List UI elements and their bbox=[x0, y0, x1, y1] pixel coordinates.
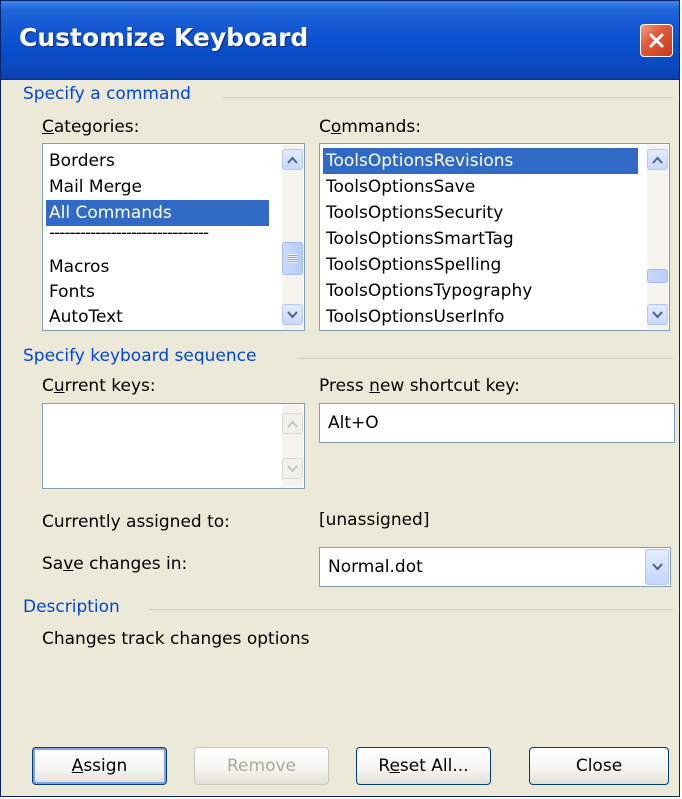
chevron-up-icon bbox=[652, 156, 663, 164]
chevron-up-icon bbox=[287, 156, 298, 164]
window-title: Customize Keyboard bbox=[19, 23, 309, 52]
list-item[interactable]: ToolsOptionsUserInfo bbox=[323, 304, 504, 330]
close-icon bbox=[649, 33, 664, 48]
current-keys-scrollbar[interactable] bbox=[282, 405, 303, 487]
chevron-down-icon bbox=[287, 464, 298, 472]
list-item[interactable]: Macros bbox=[46, 254, 109, 280]
scroll-thumb[interactable] bbox=[282, 242, 303, 275]
list-item[interactable]: ToolsOptionsSecurity bbox=[323, 200, 503, 226]
list-item-selected[interactable]: ToolsOptionsRevisions bbox=[323, 148, 638, 174]
list-separator: ------------------------------- bbox=[49, 223, 209, 243]
close-window-button[interactable] bbox=[640, 24, 673, 57]
scroll-up-button[interactable] bbox=[282, 413, 303, 434]
categories-label: Categories: bbox=[42, 117, 140, 137]
current-keys-list[interactable] bbox=[42, 403, 305, 489]
chevron-up-icon bbox=[287, 420, 298, 428]
title-bar[interactable]: Customize Keyboard bbox=[1, 1, 679, 80]
save-changes-dropdown[interactable]: Normal.dot bbox=[319, 547, 671, 587]
press-new-shortcut-label: Press new shortcut key: bbox=[319, 376, 520, 396]
section-heading-description: Description bbox=[23, 597, 120, 617]
close-button[interactable]: Close bbox=[529, 747, 669, 785]
commands-scrollbar[interactable] bbox=[647, 145, 668, 329]
scroll-down-button[interactable] bbox=[282, 458, 303, 479]
commands-list[interactable]: ToolsOptionsRevisions ToolsOptionsSave T… bbox=[319, 143, 670, 331]
scroll-down-button[interactable] bbox=[282, 304, 303, 325]
customize-keyboard-dialog: Customize Keyboard Specify a command Cat… bbox=[0, 0, 680, 797]
currently-assigned-label: Currently assigned to: bbox=[42, 512, 230, 532]
list-item[interactable]: ToolsOptionsTypography bbox=[323, 278, 532, 304]
section-divider bbox=[149, 609, 673, 610]
categories-scrollbar[interactable] bbox=[282, 145, 303, 329]
scroll-thumb[interactable] bbox=[647, 269, 668, 283]
list-item[interactable]: Mail Merge bbox=[46, 174, 142, 200]
section-heading-command: Specify a command bbox=[23, 84, 191, 104]
section-divider bbox=[297, 358, 673, 359]
chevron-down-icon bbox=[652, 310, 663, 318]
list-item[interactable]: AutoText bbox=[46, 304, 123, 330]
list-item[interactable]: Fonts bbox=[46, 279, 95, 305]
save-changes-value: Normal.dot bbox=[328, 557, 423, 577]
section-heading-keyboard: Specify keyboard sequence bbox=[23, 346, 257, 366]
list-item[interactable]: ToolsOptionsSpelling bbox=[323, 252, 501, 278]
dropdown-button[interactable] bbox=[645, 549, 669, 585]
currently-assigned-value: [unassigned] bbox=[319, 510, 430, 530]
commands-label: Commands: bbox=[319, 117, 421, 137]
chevron-down-icon bbox=[287, 310, 298, 318]
categories-list[interactable]: Borders Mail Merge All Commands --------… bbox=[42, 143, 305, 331]
scroll-up-button[interactable] bbox=[647, 149, 668, 170]
new-shortcut-input[interactable]: Alt+O bbox=[319, 403, 675, 443]
remove-button[interactable]: Remove bbox=[194, 747, 329, 785]
list-item[interactable]: Borders bbox=[46, 148, 115, 174]
save-changes-label: Save changes in: bbox=[42, 554, 188, 574]
assign-button[interactable]: Assign bbox=[32, 747, 167, 785]
scroll-up-button[interactable] bbox=[282, 149, 303, 170]
current-keys-label: Current keys: bbox=[42, 376, 156, 396]
list-item[interactable]: ToolsOptionsSave bbox=[323, 174, 475, 200]
grip-icon bbox=[288, 254, 297, 263]
chevron-down-icon bbox=[651, 563, 663, 571]
description-text: Changes track changes options bbox=[42, 629, 310, 649]
reset-all-button[interactable]: Reset All... bbox=[356, 747, 491, 785]
list-item[interactable]: ToolsOptionsSmartTag bbox=[323, 226, 514, 252]
scroll-down-button[interactable] bbox=[647, 304, 668, 325]
section-divider bbox=[223, 97, 673, 98]
